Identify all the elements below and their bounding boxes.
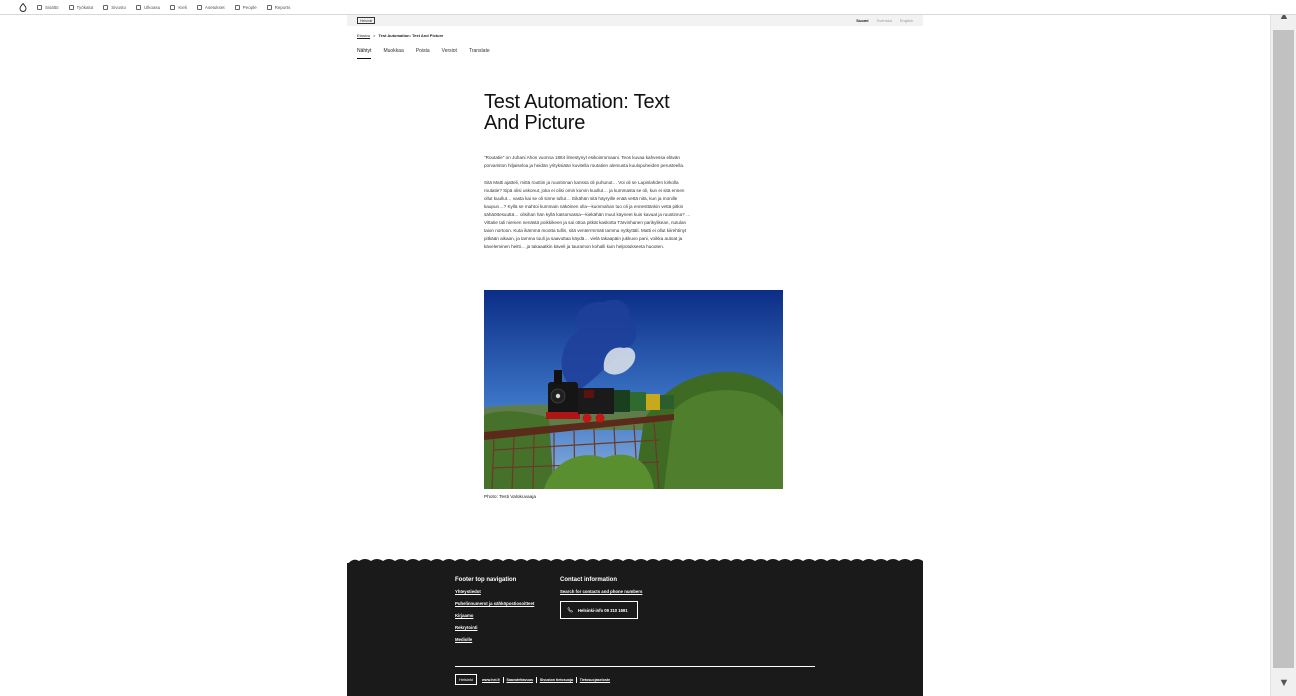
footer-separator [502,676,504,683]
scroll-down-arrow-icon[interactable]: ▼ [1271,670,1296,696]
drupal-home-icon[interactable] [17,1,29,13]
toolbar-item-site[interactable]: Sivusto [103,4,126,10]
admin-toolbar: Sisältö Työkalut Sivusto Ulkoasu Kieli A… [0,0,1296,15]
site-header: Helsinki Suomi Svenska English [347,15,923,26]
phone-label: Helsinki-info 09 310 1691 [578,607,628,613]
footer-bottom-link[interactable]: Sivuston tietosuoja [540,678,573,682]
content-icon [37,4,42,10]
article-paragraph: Sitä Matti ajatteli, mittä routtiin ja r… [484,180,691,249]
footer-link-recruitment[interactable]: Rekrytointi [455,625,534,630]
toolbar-item-reports[interactable]: Reports [266,4,290,10]
footer-contact-column: Contact information Search for contacts … [560,577,642,619]
toolbar-item-settings[interactable]: Asetukset [196,4,225,10]
tab-translate[interactable]: Translate [469,46,490,59]
breadcrumb-home-link[interactable]: Etusivu [357,33,370,38]
local-tasks-tabs: Nähtyt Muokkaa Poista Versiot Translate [357,46,923,59]
footer-helsinki-logo[interactable]: Helsinki [455,674,478,685]
footer-separator [575,676,577,683]
appearance-icon [136,4,142,10]
article-image-steam-train [484,290,783,489]
footer-separator [536,676,537,683]
toolbar-item-content[interactable]: Sisältö [37,4,59,10]
tab-delete[interactable]: Poista [416,46,430,59]
footer-bottom-link[interactable]: www.hel.fi [482,678,500,682]
people-icon [234,4,240,10]
tab-revisions[interactable]: Versiot [442,46,457,59]
language-option-sv[interactable]: Svenska [877,18,892,23]
article-content: Test Automation: Text And Picture "Routa… [484,92,784,251]
footer-link-search-contacts[interactable]: Search for contacts and phone numbers [560,589,642,594]
reports-icon [266,4,272,10]
footer-bottom-link[interactable]: Tietosuojaseloste [580,678,610,682]
language-switcher: Suomi Svenska English [856,18,913,23]
breadcrumb: Etusivu > Test Automation: Text And Pict… [357,33,923,38]
footer-wave-divider [347,559,923,565]
article-paragraph: "Routatie" on Juhani Ahon vuonna 1884 il… [484,155,685,168]
language-icon [170,4,176,10]
toolbar-item-language[interactable]: Kieli [170,4,187,10]
footer-bottom: Helsinki www.hel.fi Saavutettavuus Sivus… [455,674,610,685]
footer-link-contact[interactable]: Yhteystiedot [455,589,534,594]
footer-nav-column: Footer top navigation Yhteystiedot Puhel… [455,577,534,649]
toolbar-item-tools[interactable]: Työkalut [68,4,93,10]
footer-bottom-link[interactable]: Saavutettavuus [506,678,533,682]
image-caption: Photo: Testi Valokuvaaja [484,495,537,500]
footer-link-registry[interactable]: Kirjaamo [455,613,534,618]
breadcrumb-current: Test Automation: Text And Picture [378,33,444,38]
site-page: Helsinki Suomi Svenska English Etusivu >… [347,15,923,696]
footer-contact-title: Contact information [560,577,617,583]
language-option-fi[interactable]: Suomi [856,18,868,23]
site-footer: Footer top navigation Yhteystiedot Puhel… [347,559,923,696]
scrollbar-thumb[interactable] [1273,30,1294,668]
footer-link-phone-emails[interactable]: Puhelinnumerot ja sähköpostiosoitteet [455,601,534,606]
settings-icon [196,4,202,10]
footer-divider [455,666,815,667]
breadcrumb-separator: > [373,33,376,38]
phone-button[interactable]: Helsinki-info 09 310 1691 [560,601,638,619]
language-option-en[interactable]: English [900,18,913,23]
page-title: Test Automation: Text And Picture [484,91,670,134]
tab-edit[interactable]: Muokkaa [383,46,403,59]
tab-view[interactable]: Nähtyt [357,46,372,59]
phone-icon [567,607,573,613]
site-icon [103,4,109,10]
footer-nav-title: Footer top navigation [455,577,517,583]
helsinki-logo[interactable]: Helsinki [357,17,376,24]
toolbar-item-appearance[interactable]: Ulkoasu [136,4,160,10]
tools-icon [68,4,74,10]
page-scrollbar[interactable]: ▲ ▼ [1270,0,1296,696]
toolbar-item-people[interactable]: People [234,4,257,10]
footer-link-media[interactable]: Mediolle [455,637,534,642]
